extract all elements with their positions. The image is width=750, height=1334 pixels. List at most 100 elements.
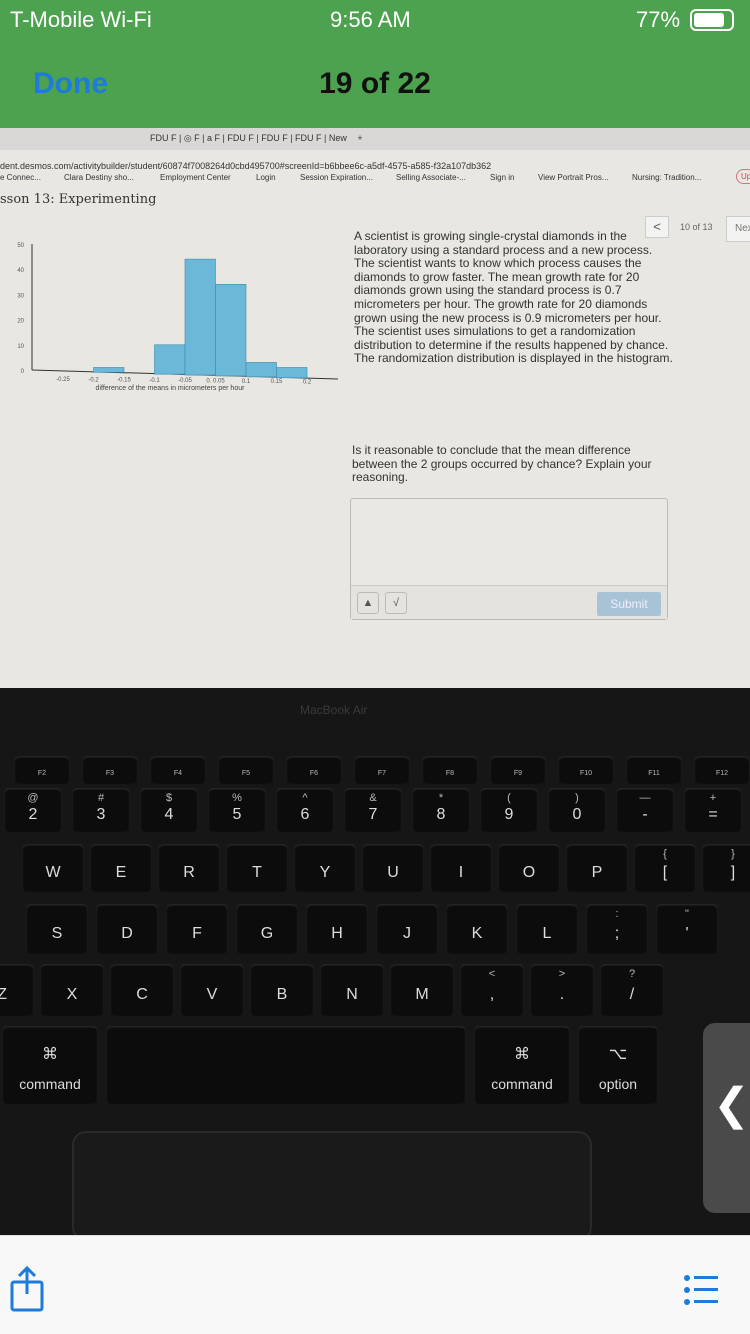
number-key[interactable]: % 5 [208, 788, 266, 832]
number-key[interactable]: $4 [140, 788, 198, 832]
key-label: command [491, 1076, 553, 1092]
function-key[interactable]: F11 [626, 756, 682, 784]
number-key[interactable]: #3 [72, 788, 130, 832]
letter-key[interactable]: ? / [600, 964, 664, 1016]
submit-button[interactable]: Submit [597, 592, 661, 616]
bookmark[interactable]: Nursing: Tradition... [632, 173, 701, 182]
option-key[interactable]: ⌥ option [578, 1026, 658, 1104]
function-key[interactable]: F5 [218, 756, 274, 784]
letter-key[interactable]: J [376, 904, 438, 954]
back-overlay[interactable]: ❮ [703, 1023, 750, 1213]
histogram: 0 10 20 30 40 50 -0.25 -0.2 -0.15 -0.1 -0.05 0. 0.0… [17, 243, 339, 392]
bookmark[interactable]: View Portrait Pros... [538, 173, 609, 182]
number-key[interactable]: @2 [4, 788, 62, 832]
function-key[interactable]: F2 [14, 756, 70, 784]
answer-box[interactable]: ▲ √ Submit [350, 498, 668, 620]
tab-strip[interactable]: FDU F | ◎ F | a F | FDU F | FDU F | FDU … [150, 133, 347, 143]
space-bar[interactable] [106, 1026, 466, 1104]
letter-key[interactable]: B [250, 964, 314, 1016]
key-shift-label: } [731, 848, 735, 860]
bookmark[interactable]: Clara Destiny sho... [64, 173, 134, 182]
key-label: N [346, 986, 358, 1003]
image-icon[interactable]: ▲ [357, 592, 379, 614]
letter-key[interactable]: Z [0, 964, 34, 1016]
key-shift-label: { [663, 848, 667, 860]
key-shift-label: > [558, 968, 566, 980]
number-key[interactable]: ^ 6 [276, 788, 334, 832]
letter-key[interactable]: :; [586, 904, 648, 954]
key-label: F2 [37, 770, 47, 777]
x-axis-label: difference of the means in micrometers p… [96, 385, 246, 392]
letter-key[interactable]: L [516, 904, 578, 954]
letter-key[interactable]: " ' [656, 904, 718, 954]
letter-key[interactable]: F [166, 904, 228, 954]
new-tab-button[interactable]: + [357, 133, 362, 143]
letter-key[interactable]: I [430, 844, 492, 892]
function-key[interactable]: F7 [354, 756, 410, 784]
address-bar[interactable]: dent.desmos.com/activitybuilder/student/… [0, 161, 491, 171]
bookmark[interactable]: e Connec... [0, 173, 41, 182]
letter-key[interactable]: >. [530, 964, 594, 1016]
letter-key[interactable]: S [26, 904, 88, 954]
chevron-left-icon[interactable]: ❮ [713, 1080, 750, 1129]
bookmark[interactable]: Selling Associate-... [396, 173, 466, 182]
bookmark[interactable]: Session Expiration... [300, 173, 373, 182]
key-label: K [471, 925, 483, 942]
profile-button[interactable]: Up [736, 169, 750, 184]
key-label: 3 [96, 806, 106, 823]
number-key[interactable]: * 8 [412, 788, 470, 832]
number-key[interactable]: — - [616, 788, 674, 832]
letter-key[interactable]: }] [702, 844, 750, 892]
command-key[interactable]: ⌘ command [2, 1026, 98, 1104]
letter-key[interactable]: O [498, 844, 560, 892]
key-label: 2 [28, 806, 38, 823]
number-key[interactable]: & 7 [344, 788, 402, 832]
function-key[interactable]: F10 [558, 756, 614, 784]
letter-key[interactable]: N [320, 964, 384, 1016]
key-label: 5 [232, 806, 242, 823]
letter-key[interactable]: E [90, 844, 152, 892]
browser-tabs[interactable]: FDU F | ◎ F | a F | FDU F | FDU F | FDU … [0, 128, 750, 150]
function-key[interactable]: F9 [490, 756, 546, 784]
math-icon[interactable]: √ [385, 592, 407, 614]
letter-key[interactable]: D [96, 904, 158, 954]
share-icon[interactable] [8, 1266, 46, 1312]
letter-key[interactable]: H [306, 904, 368, 954]
letter-key[interactable]: V [180, 964, 244, 1016]
letter-key[interactable]: T [226, 844, 288, 892]
number-key[interactable]: + = [684, 788, 742, 832]
function-key[interactable]: F12 [694, 756, 750, 784]
function-key[interactable]: F6 [286, 756, 342, 784]
number-key[interactable]: ) 0 [548, 788, 606, 832]
y-tick-label: 50 [17, 243, 24, 249]
key-label: Y [319, 864, 331, 881]
letter-key[interactable]: U [362, 844, 424, 892]
bookmark[interactable]: Login [256, 173, 276, 182]
number-key[interactable]: (9 [480, 788, 538, 832]
function-key[interactable]: F8 [422, 756, 478, 784]
list-icon[interactable] [683, 1274, 719, 1306]
letter-key[interactable]: W [22, 844, 84, 892]
command-key[interactable]: ⌘ command [474, 1026, 570, 1104]
letter-key[interactable]: C [110, 964, 174, 1016]
letter-key[interactable]: {[ [634, 844, 696, 892]
letter-key[interactable]: R [158, 844, 220, 892]
letter-key[interactable]: X [40, 964, 104, 1016]
next-screen-button[interactable]: Nex [726, 216, 750, 242]
bookmark[interactable]: Employment Center [160, 173, 231, 182]
letter-key[interactable]: <, [460, 964, 524, 1016]
bookmark[interactable]: Sign in [490, 173, 514, 182]
letter-key[interactable]: M [390, 964, 454, 1016]
letter-key[interactable]: G [236, 904, 298, 954]
x-tick-label: 0.1 [242, 379, 251, 385]
answer-input[interactable] [351, 499, 667, 587]
key-shift-label: @ [27, 792, 39, 804]
function-key[interactable]: F3 [82, 756, 138, 784]
letter-key[interactable]: Y [294, 844, 356, 892]
key-label: 6 [300, 806, 310, 823]
letter-key[interactable]: P [566, 844, 628, 892]
key-label: ] [730, 864, 736, 881]
key-shift-label: ? [628, 968, 636, 980]
letter-key[interactable]: K [446, 904, 508, 954]
function-key[interactable]: F4 [150, 756, 206, 784]
